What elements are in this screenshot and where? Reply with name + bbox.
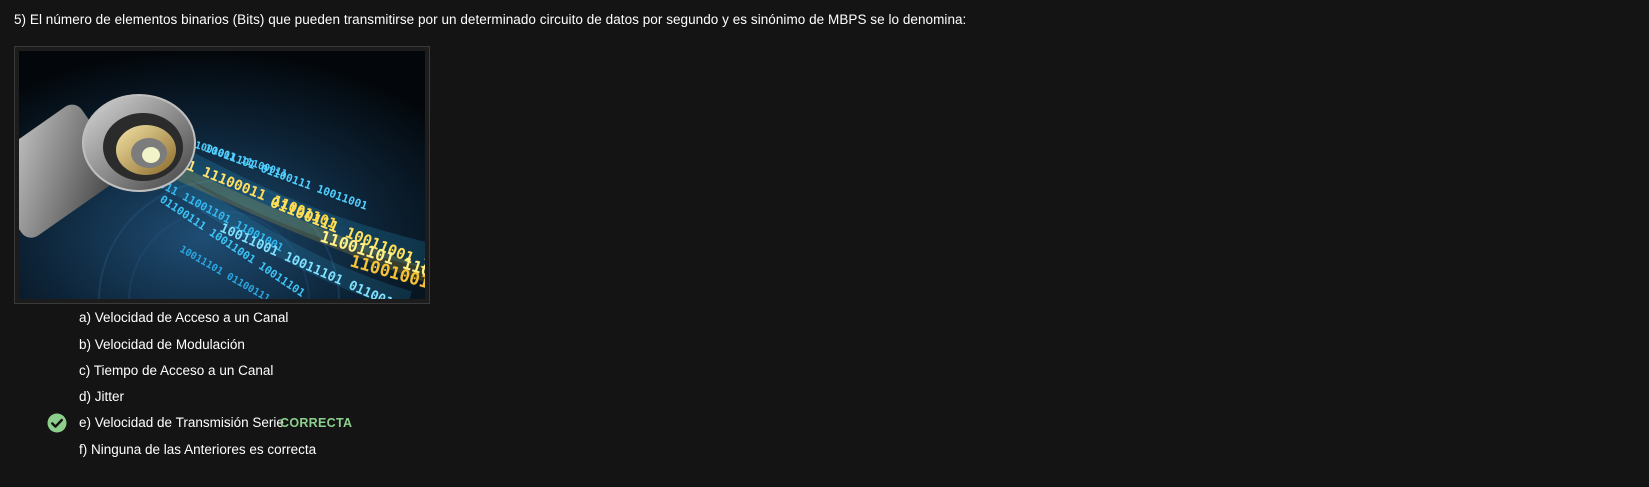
question-text: 5) El número de elementos binarios (Bits… — [14, 12, 967, 27]
fiber-optic-binary-illustration: 11001101 11001001 11100011 10011101 0110… — [19, 51, 425, 299]
option-e[interactable]: e) Velocidad de Transmisión Serie — [79, 415, 284, 430]
correct-badge: CORRECTA — [280, 416, 353, 430]
option-c[interactable]: c) Tiempo de Acceso a un Canal — [79, 363, 273, 378]
option-a[interactable]: a) Velocidad de Acceso a un Canal — [79, 310, 288, 325]
question-image: 11001101 11001001 11100011 10011101 0110… — [14, 46, 430, 304]
option-b[interactable]: b) Velocidad de Modulación — [79, 337, 245, 352]
option-d[interactable]: d) Jitter — [79, 389, 124, 404]
option-f[interactable]: f) Ninguna de las Anteriores es correcta — [79, 442, 316, 457]
check-circle-icon — [47, 413, 67, 433]
